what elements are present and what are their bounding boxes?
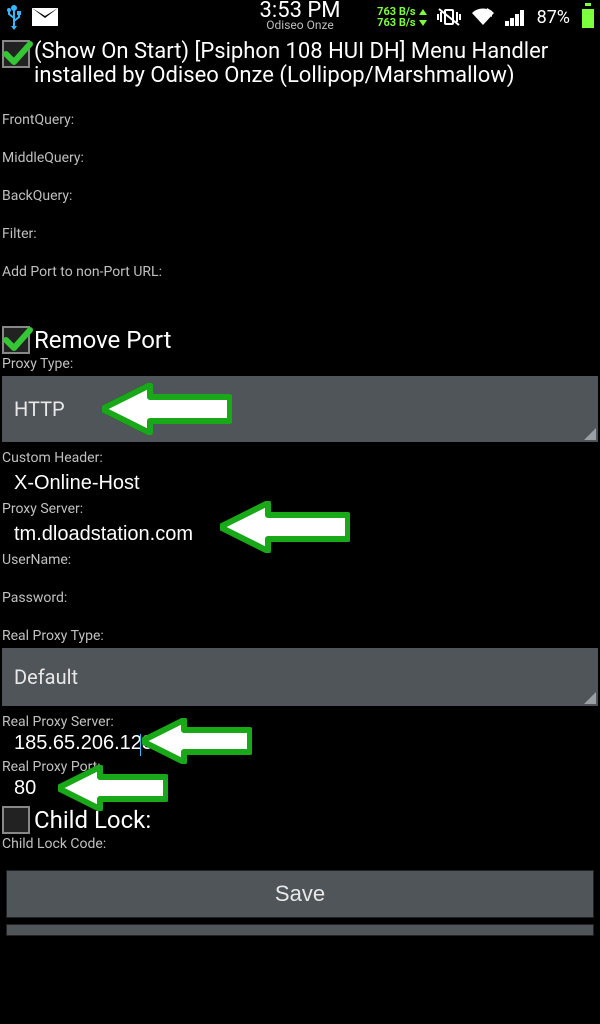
network-speed-indicator: 763 B/s 763 B/s (377, 6, 426, 28)
status-bar: 3:53 PM Odiseo Onze 763 B/s 763 B/s (0, 0, 600, 34)
dropdown-caret-icon (584, 692, 596, 704)
battery-percent: 87% (537, 7, 570, 28)
text-cursor (140, 734, 141, 756)
proxy-type-value: HTTP (14, 397, 65, 421)
save-button[interactable]: Save (6, 870, 594, 918)
wifi-icon (471, 8, 495, 26)
realproxyserver-label: Real Proxy Server: (2, 714, 598, 730)
childlockcode-label: Child Lock Code: (2, 836, 598, 852)
frontquery-label: FrontQuery: (2, 112, 598, 128)
real-proxy-server-input[interactable] (2, 730, 598, 757)
realproxytype-label: Real Proxy Type: (2, 628, 598, 644)
vibrate-icon (437, 7, 461, 27)
middlequery-label: MiddleQuery: (2, 150, 598, 166)
backquery-label: BackQuery: (2, 188, 598, 204)
proxytype-label: Proxy Type: (2, 356, 598, 372)
addport-label: Add Port to non-Port URL: (2, 264, 598, 280)
filter-label: Filter: (2, 226, 598, 242)
proxyserver-label: Proxy Server: (2, 501, 598, 517)
username-label: UserName: (2, 552, 598, 568)
child-lock-checkbox[interactable] (2, 806, 30, 834)
battery-icon (582, 6, 594, 28)
password-label: Password: (2, 590, 598, 606)
mail-icon (32, 8, 58, 26)
annotation-arrow-icon (102, 383, 232, 435)
exit-button-partial[interactable] (6, 924, 594, 936)
app-headline: (Show On Start) [Psiphon 108 HUI DH] Men… (34, 40, 598, 88)
proxy-server-input[interactable] (2, 517, 598, 550)
cell-signal-icon (505, 8, 527, 26)
child-lock-label: Child Lock: (34, 806, 151, 834)
proxy-type-select[interactable]: HTTP (2, 376, 598, 442)
remove-port-checkbox[interactable] (2, 326, 30, 354)
dropdown-caret-icon (584, 428, 596, 440)
usb-icon (6, 4, 22, 30)
real-proxy-port-input[interactable] (2, 775, 598, 802)
customheader-label: Custom Header: (2, 450, 598, 466)
real-proxy-type-value: Default (14, 665, 78, 689)
remove-port-label: Remove Port (34, 326, 171, 354)
custom-header-input[interactable] (2, 466, 598, 499)
real-proxy-type-select[interactable]: Default (2, 648, 598, 706)
show-on-start-checkbox[interactable] (2, 40, 30, 68)
realproxyport-label: Real Proxy Port: (2, 759, 598, 775)
